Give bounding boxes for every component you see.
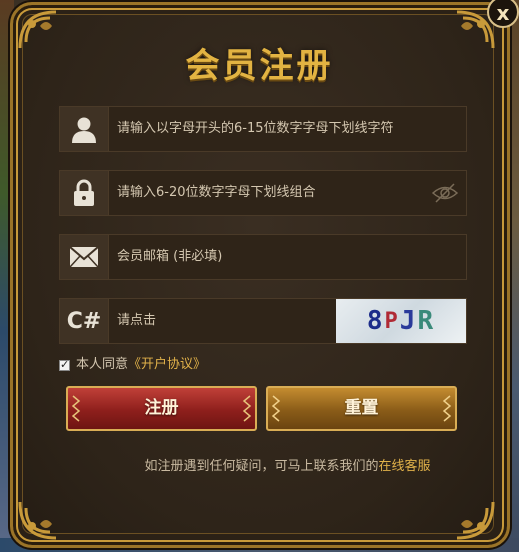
captcha-char: R bbox=[417, 306, 436, 336]
reset-button[interactable]: 重置 bbox=[266, 386, 457, 431]
agreement-label: 本人同意 bbox=[76, 357, 129, 372]
email-placeholder: 会员邮箱 (非必填) bbox=[117, 249, 223, 264]
zigzag-ornament-icon bbox=[442, 395, 452, 422]
zigzag-ornament-icon bbox=[242, 395, 252, 422]
zigzag-ornament-icon bbox=[71, 395, 81, 422]
captcha-icon-text: C# bbox=[66, 308, 102, 334]
captcha-field[interactable]: C# 请点击 8 P J R bbox=[59, 298, 467, 344]
agreement-link[interactable]: 《开户协议》 bbox=[128, 356, 206, 374]
online-support-link[interactable]: 在线客服 bbox=[379, 459, 431, 474]
agreement-row: 本人同意 《开户协议》 bbox=[59, 356, 206, 374]
captcha-placeholder: 请点击 bbox=[117, 313, 157, 328]
eye-slash-icon[interactable] bbox=[431, 182, 459, 208]
help-text: 如注册遇到任何疑问，可马上联系我们的在线客服 bbox=[0, 455, 519, 474]
email-field[interactable]: 会员邮箱 (非必填) bbox=[59, 234, 467, 280]
agreement-checkbox[interactable] bbox=[59, 356, 70, 374]
reset-button-label: 重置 bbox=[344, 398, 379, 418]
captcha-char: J bbox=[399, 306, 418, 336]
dialog-title: 会员注册 bbox=[185, 46, 334, 86]
envelope-icon bbox=[60, 235, 109, 279]
username-field[interactable]: 请输入以字母开头的6-15位数字字母下划线字符 bbox=[59, 106, 467, 152]
zigzag-ornament-icon bbox=[271, 395, 281, 422]
captcha-image[interactable]: 8 P J R bbox=[336, 299, 466, 343]
password-field[interactable]: 请输入6-20位数字字母下划线组合 bbox=[59, 170, 467, 216]
captcha-char: 8 bbox=[366, 306, 385, 336]
password-placeholder: 请输入6-20位数字字母下划线组合 bbox=[117, 185, 316, 200]
user-icon bbox=[60, 107, 109, 151]
captcha-icon: C# bbox=[60, 299, 109, 343]
corner-ornament-icon bbox=[451, 496, 497, 542]
register-button-label: 注册 bbox=[144, 398, 179, 418]
lock-icon bbox=[60, 171, 109, 215]
captcha-char: P bbox=[384, 308, 400, 334]
corner-ornament-icon bbox=[16, 496, 62, 542]
register-button[interactable]: 注册 bbox=[66, 386, 257, 431]
help-message: 如注册遇到任何疑问，可马上联系我们的 bbox=[144, 459, 379, 474]
username-placeholder: 请输入以字母开头的6-15位数字字母下划线字符 bbox=[117, 121, 394, 136]
